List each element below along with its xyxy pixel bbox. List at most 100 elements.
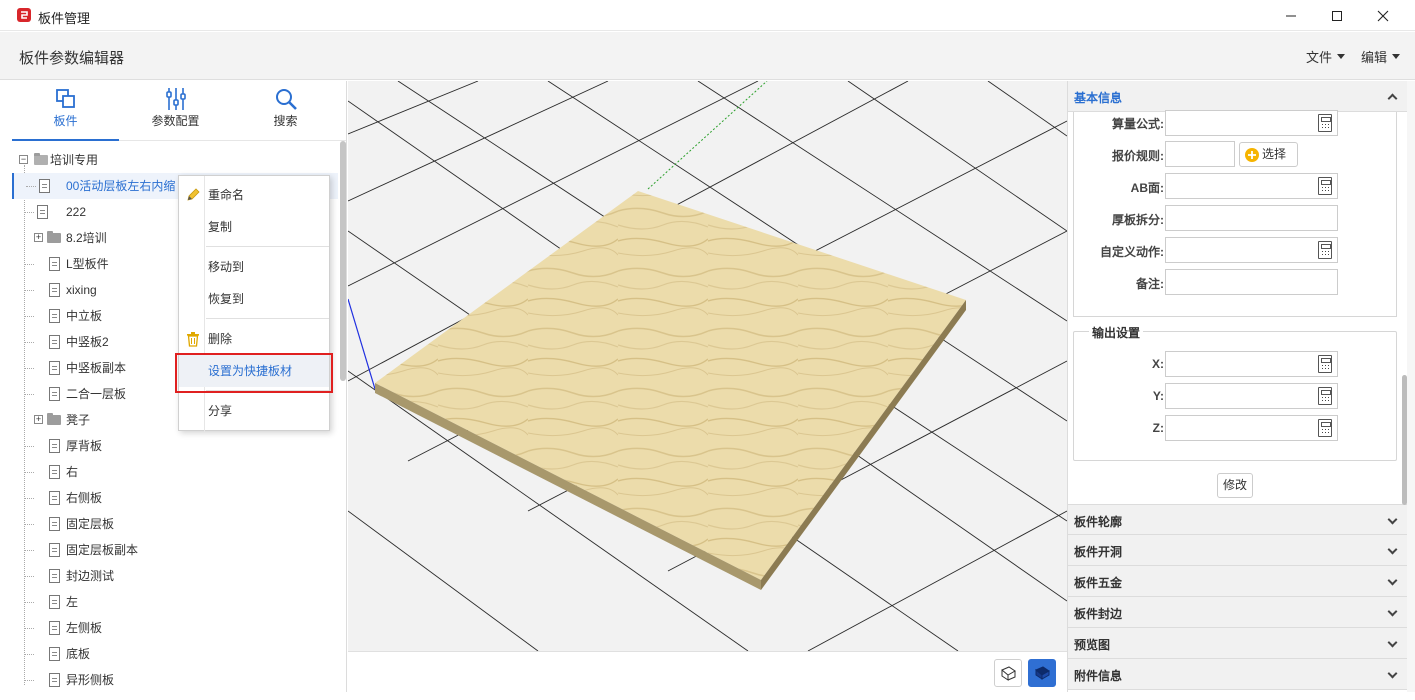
calculator-icon[interactable] (1318, 177, 1332, 195)
calculator-icon[interactable] (1318, 387, 1332, 405)
chevron-down-icon (1387, 606, 1398, 617)
section-board-outline[interactable]: 板件轮廓 (1068, 504, 1407, 535)
output-settings-legend: 输出设置 (1089, 324, 1144, 341)
output-x-input[interactable] (1165, 351, 1338, 377)
section-title: 板件五金 (1074, 576, 1123, 590)
tab-search[interactable]: 搜索 (232, 81, 339, 141)
layers-icon (56, 89, 75, 108)
section-board-holes[interactable]: 板件开洞 (1068, 535, 1407, 566)
tree-root[interactable]: − 培训专用 (12, 147, 338, 173)
tree-item[interactable]: 左侧板 (12, 615, 338, 641)
maximize-button[interactable] (1314, 0, 1360, 31)
tree-item[interactable]: 底板 (12, 641, 338, 667)
thick-split-label: 厚板拆分: (1112, 213, 1164, 227)
maximize-icon (1332, 10, 1342, 21)
output-z-input[interactable] (1165, 415, 1338, 441)
custom-action-input[interactable] (1165, 237, 1338, 263)
3d-viewport[interactable] (348, 81, 1067, 651)
menu-item-copy[interactable]: 复制 (179, 211, 329, 243)
menu-item-delete[interactable]: 删除 (179, 323, 329, 355)
output-y-input[interactable] (1165, 383, 1338, 409)
tree-item-label: 凳子 (66, 413, 91, 427)
wireframe-cube-icon (1001, 666, 1016, 681)
wireframe-view-button[interactable] (994, 659, 1022, 687)
document-icon (49, 491, 60, 505)
solid-view-button[interactable] (1028, 659, 1056, 687)
tab-param-config[interactable]: 参数配置 (122, 81, 229, 141)
tree-item[interactable]: 封边测试 (12, 563, 338, 589)
section-basic-info[interactable]: 基本信息 (1068, 81, 1407, 112)
tree-scrollbar[interactable] (340, 141, 346, 381)
select-button-label: 选择 (1262, 147, 1287, 161)
menu-item-move-to[interactable]: 移动到 (179, 251, 329, 283)
custom-action-label: 自定义动作: (1100, 245, 1164, 259)
document-icon (49, 335, 60, 349)
trash-icon (187, 332, 199, 347)
menu-item-rename-label: 重命名 (208, 188, 245, 202)
highlight-annotation (175, 353, 333, 393)
section-title: 附件信息 (1074, 669, 1123, 683)
menu-item-share[interactable]: 分享 (179, 395, 329, 427)
calculator-icon[interactable] (1318, 355, 1332, 373)
document-icon (49, 621, 60, 635)
document-icon (49, 673, 60, 687)
expand-icon: + (34, 414, 43, 424)
expand-icon: + (34, 232, 43, 242)
right-scroll-track (1407, 81, 1415, 692)
folder-icon (47, 413, 61, 425)
chevron-up-icon (1387, 93, 1398, 104)
calculator-icon[interactable] (1318, 241, 1332, 259)
editor-title: 板件参数编辑器 (19, 50, 125, 67)
tree-item-label: 左侧板 (66, 621, 103, 635)
tree-item-label: 封边测试 (66, 569, 115, 583)
title-bar: 板件管理 (0, 0, 1415, 31)
plus-circle-icon (1245, 148, 1259, 162)
chevron-down-icon (1387, 514, 1398, 525)
minimize-button[interactable] (1268, 0, 1314, 31)
solid-cube-icon (1035, 666, 1050, 680)
properties-panel: 基本信息 算量公式: 报价规则: 选择 AB面: 厚板拆分: 自定义动作: 备注… (1067, 81, 1407, 692)
menu-item-restore-to[interactable]: 恢复到 (179, 283, 329, 315)
output-y-label: Y: (1152, 389, 1164, 403)
tree-item[interactable]: 异形侧板 (12, 667, 338, 692)
section-board-hardware[interactable]: 板件五金 (1068, 566, 1407, 597)
document-icon (49, 257, 60, 271)
viewport-toolbar (348, 651, 1067, 692)
tab-boards[interactable]: 板件 (12, 81, 119, 141)
tree-item[interactable]: 左 (12, 589, 338, 615)
left-tabs: 板件 参数配置 搜索 (12, 81, 346, 141)
document-icon (49, 361, 60, 375)
file-menu[interactable]: 文件 (1306, 47, 1346, 66)
tree-item[interactable]: 固定层板 (12, 511, 338, 537)
formula-input[interactable] (1165, 110, 1338, 136)
menu-item-rename[interactable]: 重命名 (179, 179, 329, 211)
close-button[interactable] (1360, 0, 1406, 31)
tree-item[interactable]: 右 (12, 459, 338, 485)
document-icon (49, 465, 60, 479)
tree-item-label: xixing (66, 283, 97, 297)
tree-item[interactable]: 厚背板 (12, 433, 338, 459)
ab-face-input[interactable] (1165, 173, 1338, 199)
close-icon (1377, 10, 1389, 21)
remark-label: 备注: (1136, 277, 1164, 291)
file-menu-label: 文件 (1306, 50, 1333, 65)
document-icon (49, 647, 60, 661)
remark-input[interactable] (1165, 269, 1338, 295)
tree-item[interactable]: 固定层板副本 (12, 537, 338, 563)
right-scrollbar[interactable] (1402, 375, 1407, 505)
tree-item[interactable]: 右侧板 (12, 485, 338, 511)
modify-button[interactable]: 修改 (1217, 473, 1253, 498)
edit-menu[interactable]: 编辑 (1361, 47, 1401, 66)
document-icon (49, 595, 60, 609)
menu-item-share-label: 分享 (208, 404, 233, 418)
quote-rule-input[interactable] (1165, 141, 1235, 167)
thick-split-input[interactable] (1165, 205, 1338, 231)
tree-item-label: 00活动层板左右内缩 (66, 179, 176, 193)
select-button[interactable]: 选择 (1239, 142, 1298, 167)
section-preview[interactable]: 预览图 (1068, 628, 1407, 659)
calculator-icon[interactable] (1318, 114, 1332, 132)
calculator-icon[interactable] (1318, 419, 1332, 437)
search-icon (276, 89, 297, 110)
section-board-edging[interactable]: 板件封边 (1068, 597, 1407, 628)
section-attachments[interactable]: 附件信息 (1068, 659, 1407, 690)
